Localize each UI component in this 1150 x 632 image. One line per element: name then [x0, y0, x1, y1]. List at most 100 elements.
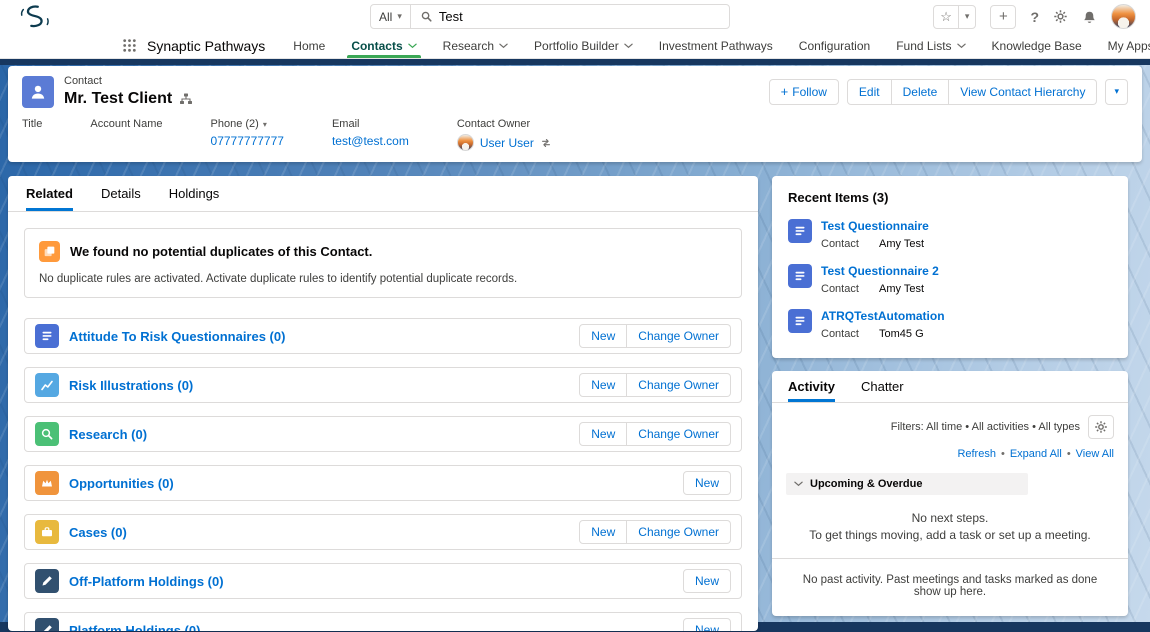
chevron-down-icon — [794, 481, 803, 487]
field-phone: Phone (2) ▾ 07777777777 — [211, 118, 284, 151]
nav-item-fund-lists[interactable]: Fund Lists — [896, 33, 965, 58]
user-avatar[interactable] — [1111, 4, 1136, 29]
email-link[interactable]: test@test.com — [332, 134, 409, 148]
change-owner-icon[interactable] — [540, 137, 552, 149]
section-label: Upcoming & Overdue — [810, 478, 922, 490]
recent-items-title: Recent Items (3) — [788, 190, 1112, 205]
global-actions-button[interactable]: + — [990, 5, 1016, 29]
nav-item-research[interactable]: Research — [443, 33, 508, 58]
field-contact-owner: Contact Owner User User — [457, 118, 552, 151]
nav-item-configuration[interactable]: Configuration — [799, 33, 870, 58]
favorites-star-button[interactable]: ☆ — [934, 6, 958, 28]
change-owner-button[interactable]: Change Owner — [627, 422, 731, 446]
upcoming-overdue-section[interactable]: Upcoming & Overdue — [786, 473, 1028, 495]
chevron-down-icon[interactable] — [957, 43, 966, 49]
change-owner-button[interactable]: Change Owner — [627, 324, 731, 348]
new-button[interactable]: New — [683, 569, 731, 593]
nav-item-home[interactable]: Home — [293, 33, 325, 58]
new-button[interactable]: New — [683, 618, 731, 631]
new-button[interactable]: New — [683, 471, 731, 495]
recent-item-link[interactable]: Test Questionnaire 2 — [821, 264, 939, 278]
search-input[interactable] — [439, 9, 729, 24]
record-header-card: Contact Mr. Test Client + Follow Edit De… — [8, 66, 1142, 162]
view-all-link[interactable]: View All — [1076, 448, 1114, 460]
related-list-platform-holdings: Platform Holdings (0) New — [24, 612, 742, 631]
case-icon — [35, 520, 59, 544]
nav-item-portfolio-builder[interactable]: Portfolio Builder — [534, 33, 633, 58]
nav-item-contacts[interactable]: Contacts — [351, 33, 416, 58]
chevron-down-icon[interactable] — [499, 43, 508, 49]
change-owner-button[interactable]: Change Owner — [627, 520, 731, 544]
follow-button[interactable]: + Follow — [769, 79, 839, 105]
questionnaire-icon — [35, 324, 59, 348]
app-launcher-icon[interactable] — [122, 33, 137, 58]
phone-link[interactable]: 07777777777 — [211, 134, 284, 148]
chevron-down-icon[interactable] — [408, 43, 417, 49]
delete-button[interactable]: Delete — [892, 79, 950, 105]
entity-label: Contact — [64, 75, 193, 87]
chevron-down-icon[interactable] — [624, 43, 633, 49]
recent-item-link[interactable]: Test Questionnaire — [821, 219, 929, 233]
holdings-icon — [35, 618, 59, 631]
related-list-title[interactable]: Risk Illustrations (0) — [69, 378, 193, 393]
notifications-bell-button[interactable] — [1082, 9, 1097, 24]
tab-chatter[interactable]: Chatter — [861, 371, 904, 402]
nav-item-investment-pathways[interactable]: Investment Pathways — [659, 33, 773, 58]
opportunity-icon — [35, 471, 59, 495]
related-list-title[interactable]: Cases (0) — [69, 525, 127, 540]
hierarchy-icon[interactable] — [179, 92, 193, 106]
header-utility-icons: ☆ ▾ + ? — [933, 4, 1136, 29]
questionnaire-icon — [788, 219, 812, 243]
edit-button[interactable]: Edit — [847, 79, 892, 105]
more-actions-dropdown[interactable]: ▾ — [1105, 79, 1128, 105]
new-button[interactable]: New — [579, 422, 627, 446]
search-scope-selector[interactable]: All ▾ — [371, 5, 411, 28]
new-button[interactable]: New — [579, 373, 627, 397]
nav-item-knowledge-base[interactable]: Knowledge Base — [992, 33, 1082, 58]
chart-icon — [35, 373, 59, 397]
recent-item-field-label: Contact — [821, 328, 879, 340]
theme-band-top — [0, 59, 1150, 65]
refresh-link[interactable]: Refresh — [957, 448, 996, 460]
recent-item-field-value: Tom45 G — [879, 328, 945, 340]
recent-item-field-label: Contact — [821, 283, 879, 295]
related-list-title[interactable]: Platform Holdings (0) — [69, 623, 200, 632]
tab-activity[interactable]: Activity — [788, 371, 835, 402]
related-list-title[interactable]: Attitude To Risk Questionnaires (0) — [69, 329, 285, 344]
research-icon — [35, 422, 59, 446]
related-list-title[interactable]: Research (0) — [69, 427, 147, 442]
field-account-name: Account Name — [90, 118, 162, 151]
list-item: ATRQTestAutomation Contact Tom45 G — [788, 309, 1112, 340]
company-logo-icon — [16, 3, 54, 31]
activity-settings-gear-icon[interactable] — [1088, 415, 1114, 439]
new-button[interactable]: New — [579, 520, 627, 544]
owner-link[interactable]: User User — [480, 136, 534, 150]
holdings-icon — [35, 569, 59, 593]
help-button[interactable]: ? — [1030, 9, 1039, 25]
global-search: All ▾ — [370, 4, 730, 29]
activity-card: Activity Chatter Filters: All time • All… — [772, 371, 1128, 616]
tab-related[interactable]: Related — [26, 176, 73, 211]
change-owner-button[interactable]: Change Owner — [627, 373, 731, 397]
record-tabs: Related Details Holdings — [8, 176, 758, 212]
divider — [772, 558, 1128, 559]
tab-holdings[interactable]: Holdings — [169, 176, 220, 211]
chevron-down-icon[interactable]: ▾ — [263, 120, 267, 129]
view-contact-hierarchy-button[interactable]: View Contact Hierarchy — [949, 79, 1097, 105]
related-list-title[interactable]: Off-Platform Holdings (0) — [69, 574, 224, 589]
expand-all-link[interactable]: Expand All — [1010, 448, 1062, 460]
nav-item-my-apps-settings[interactable]: My Apps & Settings — [1108, 33, 1150, 58]
list-item: Test Questionnaire Contact Amy Test — [788, 219, 1112, 250]
tab-details[interactable]: Details — [101, 176, 141, 211]
recent-items-card: Recent Items (3) Test Questionnaire Cont… — [772, 176, 1128, 358]
setup-gear-button[interactable] — [1053, 9, 1068, 24]
duplicates-body: No duplicate rules are activated. Activa… — [39, 273, 727, 285]
related-list-title[interactable]: Opportunities (0) — [69, 476, 174, 491]
new-button[interactable]: New — [579, 324, 627, 348]
page-background: Contact Mr. Test Client + Follow Edit De… — [0, 59, 1150, 632]
related-list-atrq: Attitude To Risk Questionnaires (0) New … — [24, 318, 742, 354]
related-list-research: Research (0) New Change Owner — [24, 416, 742, 452]
recent-item-link[interactable]: ATRQTestAutomation — [821, 309, 945, 323]
favorites-menu-button[interactable]: ▾ — [958, 6, 976, 28]
recent-item-field-value: Amy Test — [879, 283, 939, 295]
